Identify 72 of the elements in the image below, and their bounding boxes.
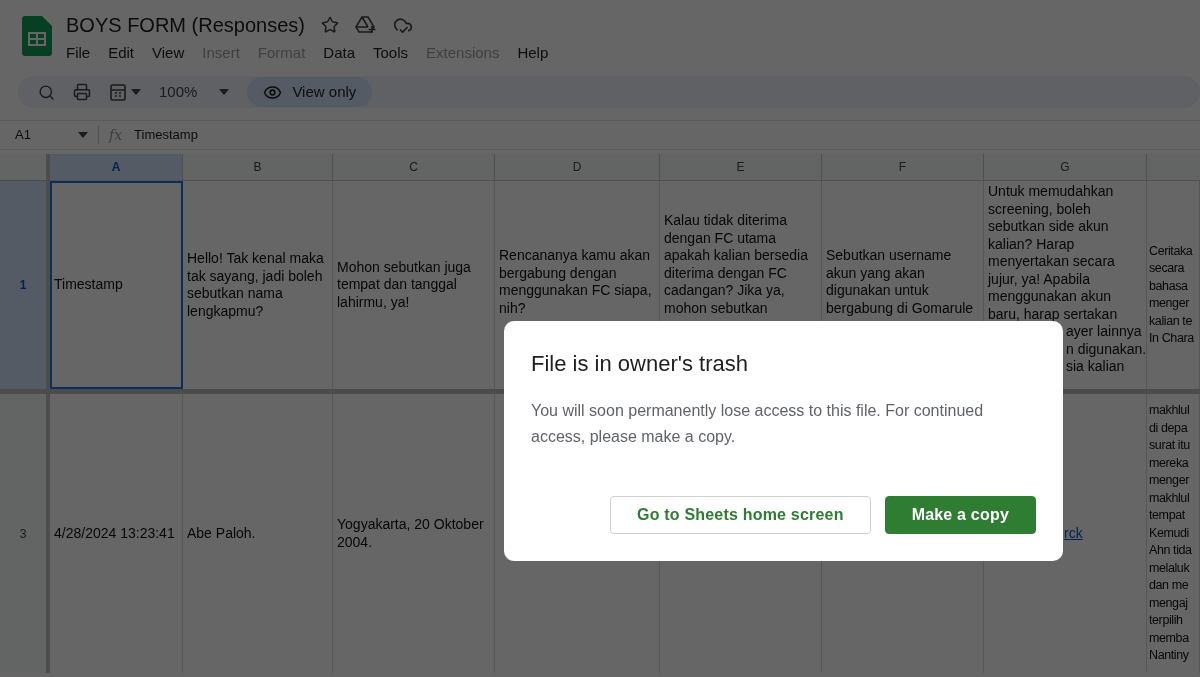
table-cell[interactable]: 4/28/2024 13:23:41: [50, 394, 183, 673]
formula-value[interactable]: Timestamp: [134, 125, 198, 145]
menu-item[interactable]: Help: [517, 42, 549, 65]
table-cell[interactable]: Timestamp: [50, 181, 183, 389]
dialog-message: You will soon permanently lose access to this file. For continued access, please make a copy.: [531, 401, 985, 447]
table-cell[interactable]: Mohon sebutkan juga tempat dan tanggal lahirmu, ya!: [333, 181, 495, 389]
cell-text: menger: [1149, 295, 1191, 312]
column-header[interactable]: F: [822, 154, 984, 181]
cell-text: terpilih: [1149, 612, 1184, 630]
cell-text: Kalau tidak diterima dengan FC utama apakah kalian bersedia diterima dengan FC cadangan? Jika ya, mohon sebutkan: [664, 212, 809, 317]
caret-icon: [131, 89, 141, 95]
cell-text: surat itu: [1149, 437, 1191, 455]
cell-text: menger: [1149, 472, 1191, 490]
search-icon[interactable]: [38, 83, 55, 101]
menu-item[interactable]: File: [66, 42, 91, 65]
document-title[interactable]: BOYS FORM (Responses): [66, 10, 305, 40]
cell-text: Hello! Tak kenal maka tak sayang, jadi boleh sebutkan nama lengkapmu?: [187, 250, 325, 320]
caret-icon: [219, 89, 230, 95]
home-screen-button[interactable]: Go to Sheets home screen: [610, 496, 871, 534]
cell-text: Yogyakarta, 20 Oktober 2004.: [337, 516, 485, 551]
menu-item[interactable]: Edit: [108, 42, 135, 65]
caret-icon: [78, 132, 88, 138]
cell-text: bahasa: [1149, 277, 1189, 295]
menu-item[interactable]: Tools: [373, 42, 409, 65]
cell-text: secara: [1149, 260, 1186, 277]
cell-text: melaluk: [1149, 559, 1191, 577]
cell-text: mengaj: [1149, 594, 1189, 612]
zoom-dropdown[interactable]: 100%: [159, 80, 230, 104]
star-icon[interactable]: [320, 16, 339, 34]
column-header[interactable]: C: [333, 154, 495, 181]
table-cell[interactable]: Hello! Tak kenal maka tak sayang, jadi boleh sebutkan nama lengkapmu?: [183, 181, 333, 389]
view-only-button[interactable]: View only: [247, 77, 373, 107]
cell-text: ayer lainnya: [1065, 323, 1142, 341]
cell-text: kalian te: [1149, 312, 1193, 330]
cell-reference[interactable]: A1: [0, 125, 78, 145]
print-icon[interactable]: [73, 83, 91, 101]
column-header[interactable]: E: [660, 154, 822, 181]
cloud-check-icon[interactable]: [392, 15, 413, 35]
drive-add-icon[interactable]: [354, 16, 377, 34]
cell-text: memba: [1149, 629, 1190, 647]
cell-text: Abe Paloh.: [187, 524, 257, 543]
calculator-icon[interactable]: [109, 83, 127, 101]
column-header[interactable]: G: [984, 154, 1147, 181]
cell-text: In Chara: [1149, 330, 1195, 347]
table-cell[interactable]: Ceritaka secara bahasa menger kalian te In Chara: [1147, 181, 1200, 389]
table-cell[interactable]: makhlul di depa surat itu mereka menger makhlul tempat Kemudi Ahn tida melaluk dan me mengaj terpilih memba Nantiny: [1147, 394, 1200, 673]
menu-item[interactable]: View: [152, 42, 185, 65]
cell-text: mereka: [1149, 454, 1190, 472]
cell-text: Timestamp: [54, 276, 124, 294]
cell-text: sia kalian: [1065, 358, 1126, 376]
menu-item[interactable]: Data: [323, 42, 355, 65]
cell-text: 4/28/2024 13:23:41: [54, 524, 176, 543]
spreadsheet-logo-icon[interactable]: [22, 16, 52, 56]
cell-text: dan me: [1149, 577, 1190, 595]
table-cell[interactable]: Yogyakarta, 20 Oktober 2004.: [333, 394, 495, 673]
column-header[interactable]: D: [495, 154, 660, 181]
cell-text: makhlul: [1149, 489, 1191, 507]
cell-text: Rencananya kamu akan bergabung dengan menggunakan FC siapa, nih?: [499, 247, 653, 317]
column-header[interactable]: B: [183, 154, 333, 181]
cell-text: Mohon sebutkan juga tempat dan tanggal lahirmu, ya!: [337, 258, 472, 312]
table-cell[interactable]: Abe Paloh.: [183, 394, 333, 673]
cell-text: Ahn tida: [1149, 542, 1193, 560]
row-header[interactable]: 1: [0, 181, 50, 394]
cell-text: Kemudi: [1149, 524, 1190, 542]
cell-text: tempat: [1149, 507, 1186, 525]
cell-text: Nantiny: [1149, 647, 1190, 665]
make-copy-button[interactable]: Make a copy: [884, 496, 1036, 534]
column-header[interactable]: A: [50, 154, 183, 181]
cell-text: di depa: [1149, 419, 1189, 437]
cell-text: Sebutkan username akun yang akan digunakan untuk bergabung di Gomarule: [826, 247, 975, 317]
cell-text: makhlul: [1149, 402, 1191, 420]
cell-text: Ceritaka: [1149, 242, 1194, 260]
